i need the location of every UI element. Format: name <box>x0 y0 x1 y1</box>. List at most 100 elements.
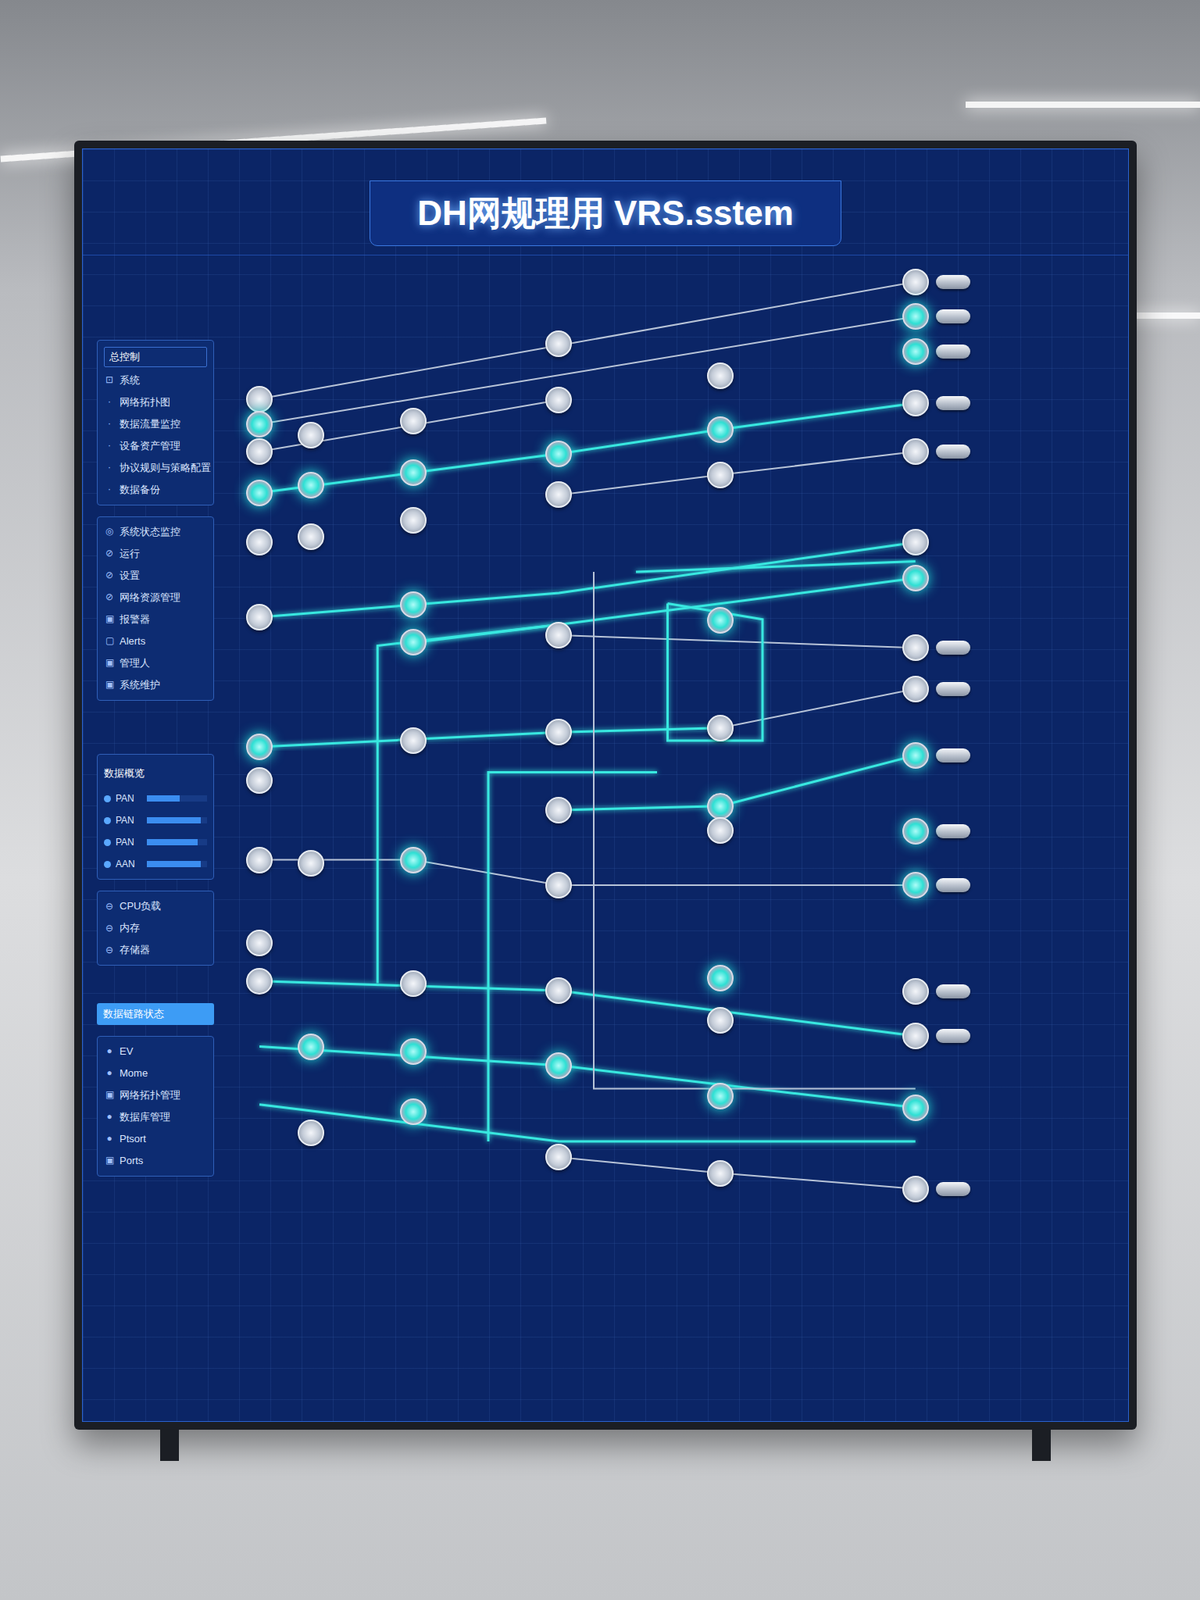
sidebar-item[interactable]: ◎系统状态监控 <box>103 523 208 541</box>
diagram-node[interactable] <box>545 796 572 824</box>
sidebar-item[interactable]: ▣管理人 <box>103 654 208 672</box>
sidebar-item[interactable]: ⊖存储器 <box>103 941 208 959</box>
sidebar-item[interactable]: ▣网络拓扑管理 <box>103 1086 208 1104</box>
diagram-node[interactable] <box>707 792 734 820</box>
diagram-node[interactable] <box>400 727 427 754</box>
diagram-node[interactable] <box>707 1007 734 1034</box>
diagram-node[interactable] <box>246 929 273 957</box>
diagram-node[interactable] <box>246 767 273 794</box>
diagram-node[interactable] <box>902 268 929 296</box>
diagram-node[interactable] <box>400 407 427 435</box>
diagram-node[interactable] <box>297 471 325 499</box>
terminal-plug <box>935 1028 971 1043</box>
diagram-node[interactable] <box>707 461 734 489</box>
diagram-node[interactable] <box>545 621 572 649</box>
diagram-node[interactable] <box>400 459 427 486</box>
sidebar-item[interactable]: ⊘网络资源管理 <box>103 589 208 607</box>
diagram-node[interactable] <box>707 1160 734 1187</box>
sidebar-item[interactable]: ·协议规则与策略配置 <box>103 459 208 477</box>
diagram-node[interactable] <box>246 410 273 438</box>
diagram-node[interactable] <box>297 1119 325 1147</box>
sidebar-item[interactable]: ▣报警器 <box>103 610 208 629</box>
diagram-node[interactable] <box>545 440 572 468</box>
diagram-node[interactable] <box>545 330 572 358</box>
sidebar-item[interactable]: ⊘运行 <box>103 545 208 563</box>
diagram-node[interactable] <box>545 718 572 746</box>
sidebar-item[interactable]: ·网络拓扑图 <box>103 393 208 411</box>
sidebar-item[interactable]: ⊖内存 <box>103 919 208 937</box>
sidebar-item[interactable]: ●Mome <box>103 1064 208 1083</box>
diagram-node[interactable] <box>707 416 734 443</box>
diagram-node[interactable] <box>400 1038 427 1065</box>
sidebar-item[interactable]: ▣Ports <box>103 1152 208 1170</box>
sidebar-item[interactable]: ●数据库管理 <box>103 1108 208 1126</box>
diagram-node[interactable] <box>400 970 427 997</box>
diagram-node[interactable] <box>707 362 734 390</box>
sidebar-item[interactable]: ⊖CPU负载 <box>103 897 208 915</box>
diagram-canvas <box>214 255 1129 1422</box>
diagram-node[interactable] <box>902 338 929 365</box>
link-status-button[interactable]: 数据链路状态 <box>96 1003 215 1025</box>
diagram-node[interactable] <box>902 742 929 769</box>
diagram-node[interactable] <box>545 386 572 414</box>
item-label: Alerts <box>119 635 146 648</box>
diagram-node[interactable] <box>902 871 929 899</box>
diagram-node[interactable] <box>902 389 929 417</box>
diagram-node[interactable] <box>246 846 273 874</box>
diagram-node[interactable] <box>707 817 734 844</box>
diagram-node[interactable] <box>902 978 929 1005</box>
terminal-plug <box>935 640 971 655</box>
diagram-node[interactable] <box>545 977 572 1004</box>
diagram-node[interactable] <box>545 481 572 508</box>
bar-label: PAN <box>115 791 143 806</box>
diagram-node[interactable] <box>246 479 273 507</box>
diagram-node[interactable] <box>545 871 572 899</box>
panel-header: 总控制 <box>103 346 208 368</box>
sidebar-item[interactable]: ·设备资产管理 <box>103 437 208 455</box>
diagram-node[interactable] <box>297 1033 325 1061</box>
diagram-node[interactable] <box>246 603 273 631</box>
diagram-node[interactable] <box>902 1094 929 1122</box>
diagram-node[interactable] <box>707 964 734 992</box>
diagram-node[interactable] <box>545 1143 572 1171</box>
diagram-node[interactable] <box>902 303 929 330</box>
item-label: 系统 <box>119 374 140 387</box>
item-icon: ⊖ <box>103 900 115 912</box>
diagram-node[interactable] <box>902 1022 929 1050</box>
diagram-node[interactable] <box>902 634 929 661</box>
sidebar-item[interactable]: ▣系统维护 <box>103 676 208 694</box>
diagram-node[interactable] <box>400 507 427 534</box>
diagram-node[interactable] <box>297 850 325 877</box>
diagram-node[interactable] <box>400 846 427 874</box>
diagram-node[interactable] <box>902 1175 929 1203</box>
sidebar-item[interactable]: ●Ptsort <box>103 1130 208 1148</box>
diagram-node[interactable] <box>707 1082 734 1110</box>
diagram-node[interactable] <box>297 421 325 449</box>
diagram-node[interactable] <box>246 385 273 413</box>
diagram-node[interactable] <box>902 675 929 703</box>
diagram-node[interactable] <box>707 714 734 742</box>
diagram-node[interactable] <box>545 1052 572 1079</box>
diagram-node[interactable] <box>902 528 929 556</box>
connection-line <box>259 472 414 493</box>
diagram-node[interactable] <box>902 438 929 465</box>
diagram-node[interactable] <box>246 733 273 761</box>
diagram-node[interactable] <box>246 528 273 556</box>
sidebar-item[interactable]: ·数据备份 <box>103 481 208 499</box>
diagram-node[interactable] <box>297 523 325 550</box>
connection-lines <box>214 255 1129 1422</box>
diagram-node[interactable] <box>400 591 427 618</box>
sidebar-item[interactable]: ·数据流量监控 <box>103 415 208 433</box>
diagram-node[interactable] <box>400 628 427 656</box>
diagram-node[interactable] <box>902 564 929 592</box>
item-icon: ▣ <box>103 657 115 668</box>
diagram-node[interactable] <box>902 817 929 845</box>
sidebar-item[interactable]: ⊘设置 <box>103 567 208 585</box>
diagram-node[interactable] <box>246 967 273 995</box>
sidebar-item[interactable]: ●EV <box>103 1042 208 1061</box>
diagram-node[interactable] <box>400 1098 427 1125</box>
diagram-node[interactable] <box>707 607 734 634</box>
sidebar-item[interactable]: ⊡系统 <box>103 371 208 390</box>
diagram-node[interactable] <box>246 438 273 465</box>
sidebar-item[interactable]: ▢Alerts <box>103 632 208 650</box>
